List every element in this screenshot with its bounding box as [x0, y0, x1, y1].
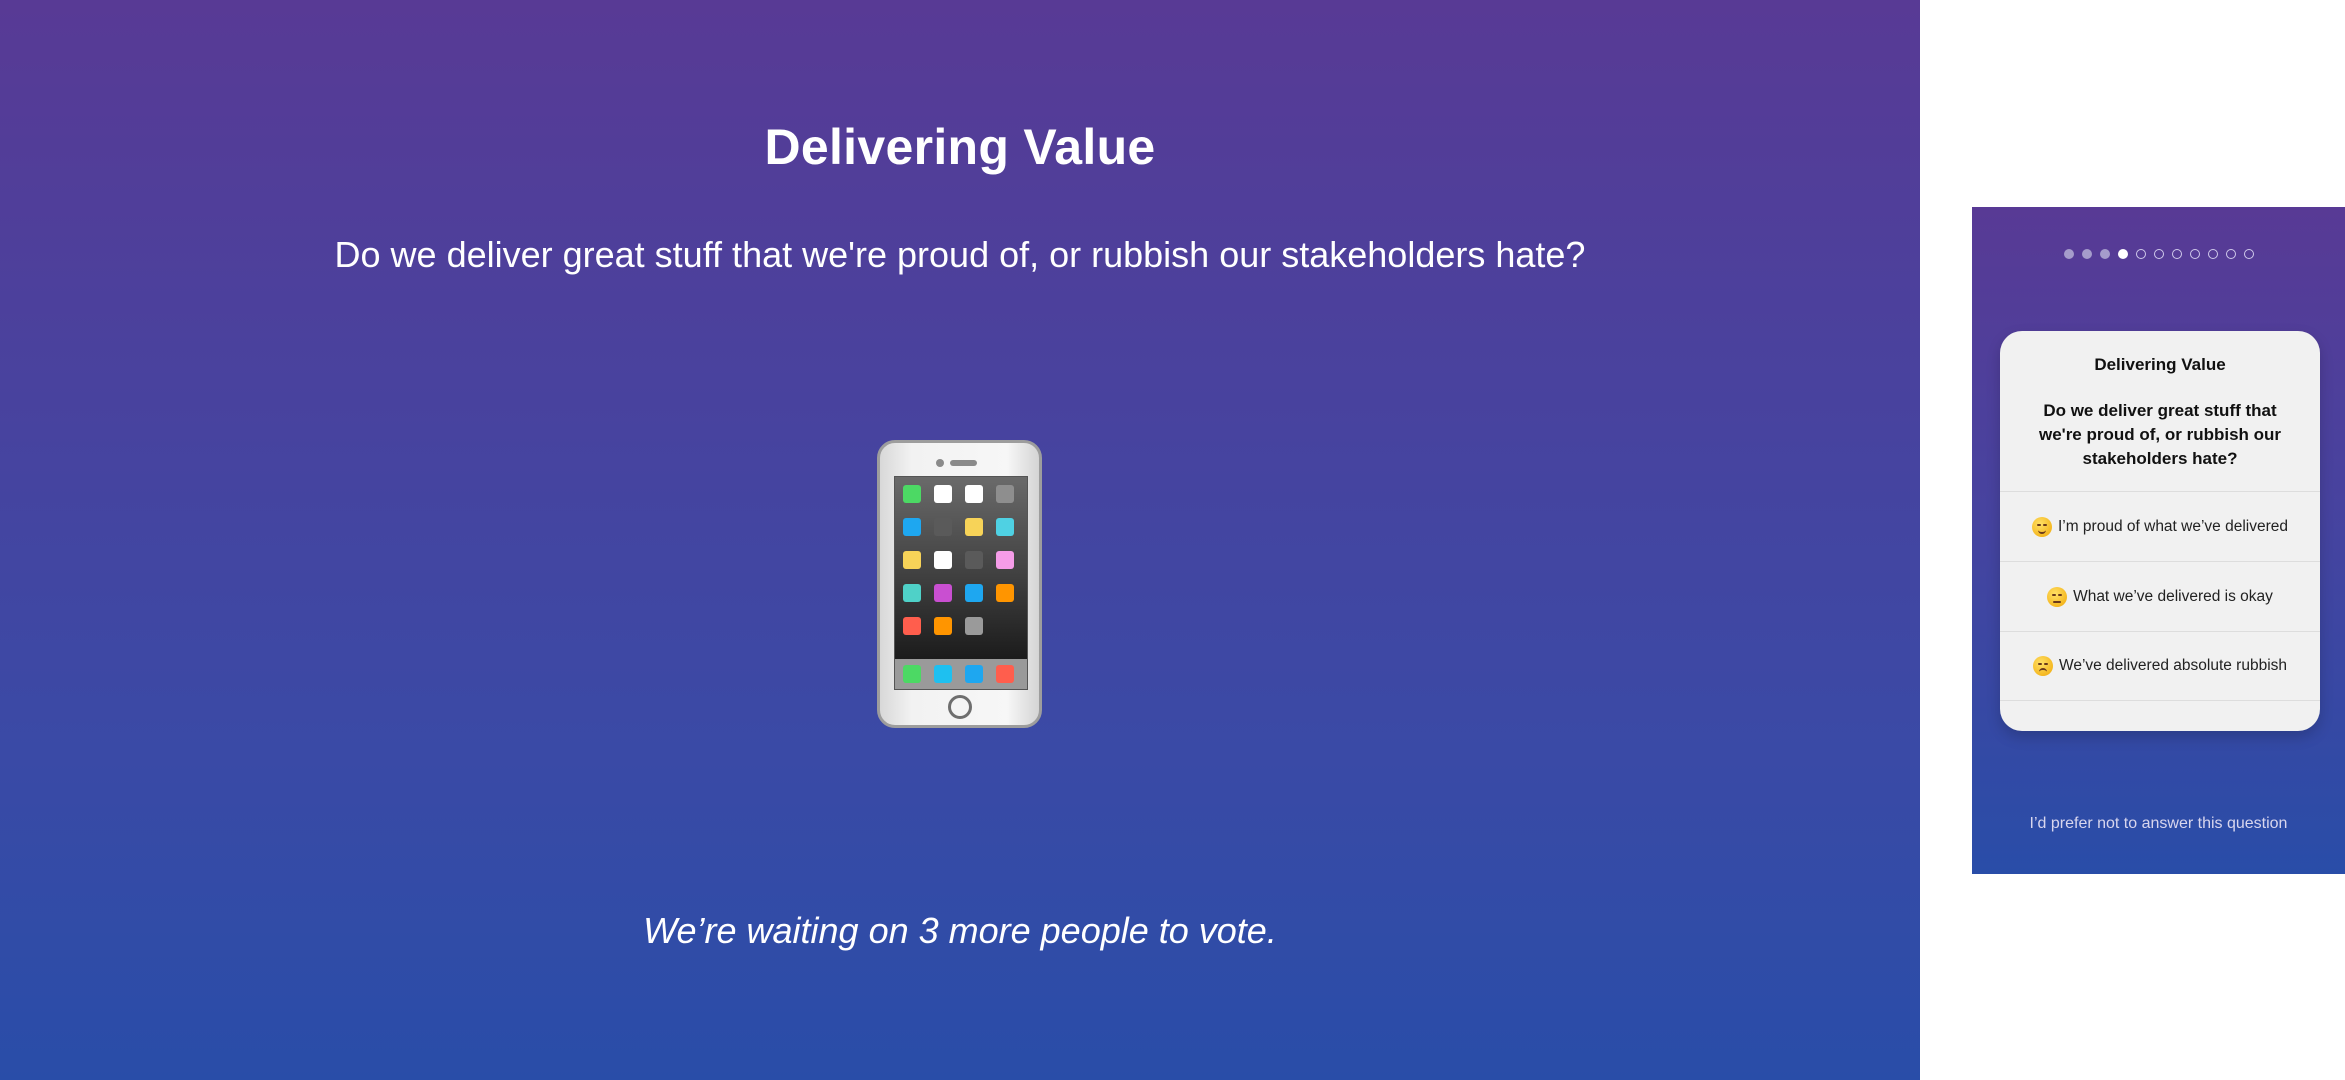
answer-option-label: I’m proud of what we’ve delivered — [2057, 517, 2289, 535]
answer-option-label: What we’ve delivered is okay — [2073, 587, 2273, 605]
progress-dot-upcoming — [2243, 249, 2254, 259]
card-question: Do we deliver great stuff that we're pro… — [2038, 401, 2282, 468]
answer-option-rubbish[interactable]: We’ve delivered absolute rubbish — [2000, 631, 2320, 701]
phone-camera — [936, 459, 944, 467]
progress-dots — [1972, 249, 2345, 259]
progress-dot-upcoming — [2225, 249, 2236, 259]
progress-dot-upcoming — [2153, 249, 2164, 259]
presenter-view: Delivering Value Do we deliver great stu… — [0, 0, 1920, 1080]
phone-screen — [894, 476, 1028, 690]
question-card: Delivering Value Do we deliver great stu… — [2000, 331, 2320, 731]
progress-dot-upcoming — [2171, 249, 2182, 259]
card-title: Delivering Value — [2094, 355, 2226, 374]
answer-option-proud[interactable]: I’m proud of what we’ve delivered — [2000, 491, 2320, 561]
answer-option-okay[interactable]: What we’ve delivered is okay — [2000, 561, 2320, 631]
progress-dot-current — [2117, 249, 2128, 259]
progress-dot-completed — [2063, 249, 2074, 259]
progress-dot-upcoming — [2189, 249, 2200, 259]
mobile-preview: Delivering Value Do we deliver great stu… — [1972, 207, 2345, 874]
skip-question-link[interactable]: I’d prefer not to answer this question — [1972, 815, 2345, 833]
progress-dot-completed — [2099, 249, 2110, 259]
phone-home-button — [948, 695, 972, 719]
mobile-phone-icon — [877, 440, 1042, 728]
waiting-message: We’re waiting on 3 more people to vote. — [643, 910, 1277, 951]
progress-dot-upcoming — [2207, 249, 2218, 259]
phone-dock — [895, 659, 1027, 689]
progress-dot-upcoming — [2135, 249, 2146, 259]
unamused-face-icon — [2032, 656, 2053, 676]
page-title: Delivering Value — [764, 119, 1156, 175]
progress-dot-completed — [2081, 249, 2092, 259]
question-text: Do we deliver great stuff that we're pro… — [334, 234, 1586, 275]
answer-option-label: We’ve delivered absolute rubbish — [2058, 657, 2288, 674]
phone-speaker — [950, 460, 977, 466]
relieved-face-icon — [2031, 516, 2052, 537]
neutral-face-icon — [2047, 586, 2068, 607]
